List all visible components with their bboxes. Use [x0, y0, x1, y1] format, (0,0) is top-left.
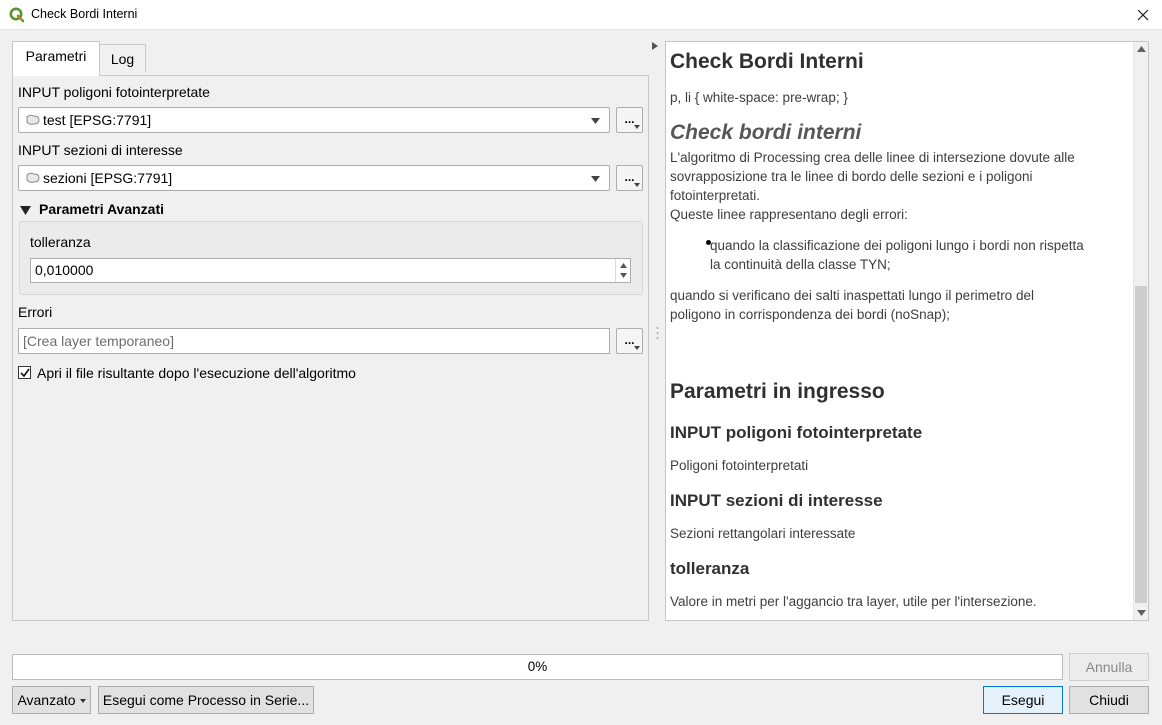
chevron-down-icon [634, 346, 640, 350]
help-param-desc: Valore in metri per l'aggancio tra layer… [670, 594, 1037, 609]
help-bullet-line: la continuità della classe TYN; [710, 257, 891, 272]
tab-log[interactable]: Log [99, 44, 146, 72]
cancel-button[interactable]: Annulla [1069, 653, 1149, 681]
input-sections-value: sezioni [EPSG:7791] [43, 170, 173, 186]
input-poly-label: INPUT poligoni fotointerpretate [18, 84, 210, 100]
input-sections-combo[interactable]: sezioni [EPSG:7791] [18, 165, 610, 191]
errors-label: Errori [18, 304, 53, 320]
batch-process-button[interactable]: Esegui come Processo in Serie... [98, 686, 314, 714]
close-button[interactable]: Chiudi [1069, 686, 1149, 714]
help-after-line: quando si verificano dei salti inaspetta… [670, 288, 1034, 303]
collapse-triangle-icon [20, 205, 31, 215]
advanced-menu-label: Avanzato [17, 692, 76, 708]
chevron-down-icon [634, 183, 640, 187]
close-icon[interactable] [1134, 6, 1152, 24]
help-subtitle: Check bordi interni [670, 121, 862, 144]
browse-button-label: ... [624, 333, 635, 347]
input-poly-combo[interactable]: test [EPSG:7791] [18, 107, 610, 133]
tolerance-value: 0,010000 [35, 262, 94, 278]
help-after-line: poligono in corrispondenza dei bordi (no… [670, 307, 950, 322]
input-poly-value: test [EPSG:7791] [43, 112, 152, 128]
polygon-layer-icon [26, 114, 40, 125]
help-params-title: Parametri in ingresso [670, 380, 885, 403]
chevron-down-icon [79, 699, 86, 704]
spin-up-icon[interactable] [620, 263, 627, 268]
input-sections-browse-button[interactable]: ... [616, 165, 643, 191]
browse-button-label: ... [624, 170, 635, 184]
spin-down-icon[interactable] [620, 273, 627, 278]
window-title: Check Bordi Interni [31, 7, 138, 21]
scroll-down-icon[interactable] [1137, 610, 1146, 616]
splitter-collapse-icon[interactable] [652, 42, 658, 50]
qgis-icon [9, 7, 25, 23]
open-file-checkbox[interactable] [18, 366, 31, 379]
help-param-title: tolleranza [670, 559, 750, 578]
checkmark-icon [20, 368, 30, 378]
help-desc-line: fotointerpretati. [670, 188, 761, 203]
input-sections-label: INPUT sezioni di interesse [18, 142, 183, 158]
browse-button-label: ... [624, 112, 635, 126]
polygon-layer-icon [26, 172, 40, 183]
help-title: Check Bordi Interni [670, 50, 864, 73]
splitter-handle-icon[interactable] [656, 326, 659, 340]
help-desc-line: L'algoritmo di Processing crea delle lin… [670, 150, 1075, 165]
advanced-params-toggle[interactable]: Parametri Avanzati [20, 201, 164, 217]
progress-bar: 0% [12, 654, 1063, 680]
advanced-params-label: Parametri Avanzati [39, 201, 165, 217]
help-scrollbar[interactable] [1133, 42, 1148, 620]
chevron-down-icon [634, 125, 640, 129]
help-param-desc: Poligoni fotointerpretati [670, 458, 809, 473]
tab-parametri[interactable]: Parametri [12, 41, 100, 76]
help-desc-line: sovrapposizione tra le linee di bordo de… [670, 169, 1033, 184]
help-param-title: INPUT poligoni fotointerpretate [670, 423, 923, 442]
errors-placeholder: [Crea layer temporaneo] [23, 333, 174, 349]
advanced-menu-button[interactable]: Avanzato [12, 686, 91, 714]
help-desc-line: Queste linee rappresentano degli errori: [670, 207, 908, 222]
errors-output-field[interactable]: [Crea layer temporaneo] [18, 328, 610, 354]
scroll-up-icon[interactable] [1137, 46, 1146, 52]
help-css-note: p, li { white-space: pre-wrap; } [670, 90, 848, 105]
input-poly-browse-button[interactable]: ... [616, 107, 643, 133]
chevron-down-icon [591, 118, 600, 124]
help-bullet-line: quando la classificazione dei poligoni l… [710, 238, 1084, 253]
errors-browse-button[interactable]: ... [616, 328, 643, 354]
tolerance-label: tolleranza [30, 234, 91, 250]
scrollbar-thumb[interactable] [1135, 286, 1147, 603]
open-file-label: Apri il file risultante dopo l'esecuzion… [37, 365, 356, 381]
run-button[interactable]: Esegui [983, 686, 1063, 714]
help-param-title: INPUT sezioni di interesse [670, 491, 883, 510]
chevron-down-icon [591, 176, 600, 182]
help-param-desc: Sezioni rettangolari interessate [670, 526, 856, 541]
tolerance-spinbox[interactable]: 0,010000 [30, 258, 631, 283]
help-panel: Check Bordi Interni p, li { white-space:… [665, 41, 1149, 621]
spin-buttons[interactable] [615, 259, 630, 282]
title-bar: Check Bordi Interni [0, 0, 1162, 30]
